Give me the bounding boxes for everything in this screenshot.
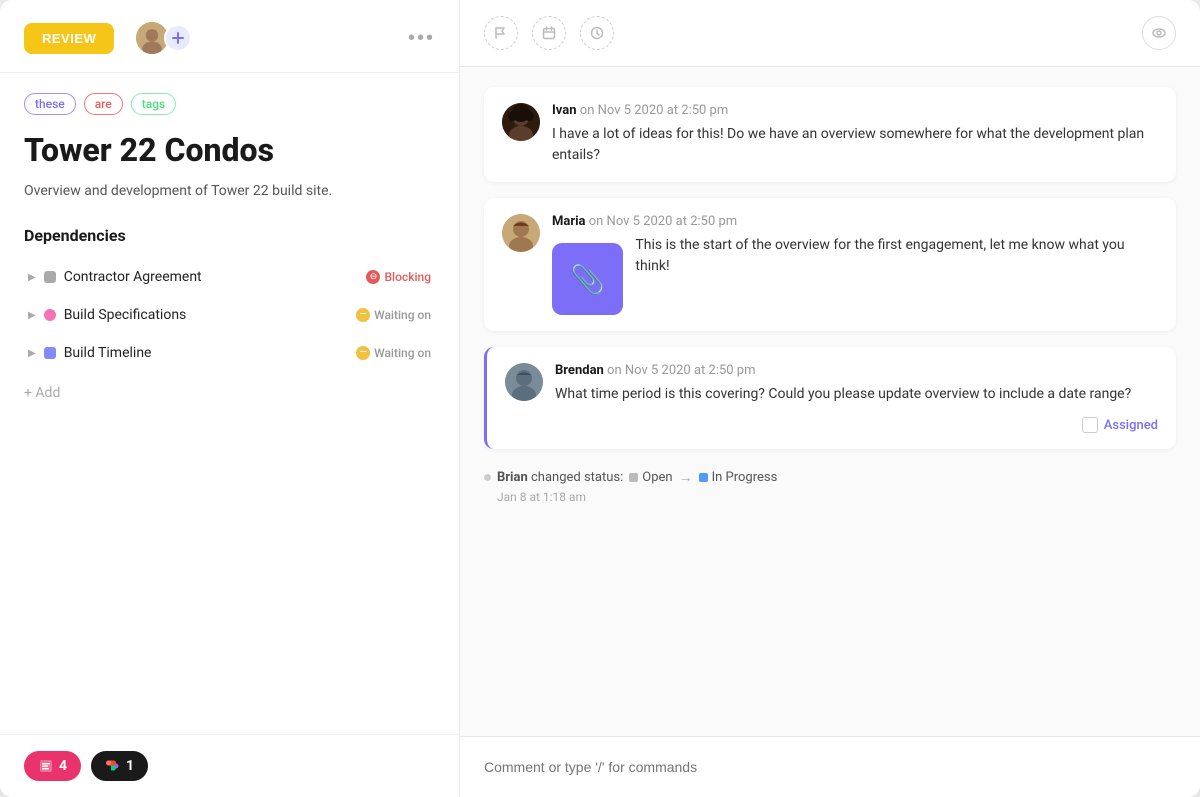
dep-status-build-specs: — Waiting on [356, 308, 431, 322]
tag-are[interactable]: are [84, 93, 123, 115]
dep-name-build-specs: Build Specifications [64, 307, 348, 323]
assigned-checkbox[interactable] [1082, 417, 1098, 433]
open-status-dot [629, 473, 638, 482]
right-panel: Ivan on Nov 5 2020 at 2:50 pm I have a l… [460, 0, 1200, 797]
comment-time-maria: on Nov 5 2020 at 2:50 pm [589, 214, 737, 229]
comment-item-brendan: Brendan on Nov 5 2020 at 2:50 pm What ti… [484, 347, 1176, 449]
comment-text-brendan: What time period is this covering? Could… [555, 384, 1158, 405]
chevron-icon: ▶ [28, 348, 36, 359]
tag-tags[interactable]: tags [131, 93, 176, 115]
status-from: Open [629, 470, 672, 485]
comment-text-maria: This is the start of the overview for th… [635, 235, 1158, 277]
left-panel: REVIEW ••• [0, 0, 460, 797]
comment-time-ivan: on Nov 5 2020 at 2:50 pm [580, 103, 728, 118]
eye-icon [1151, 25, 1167, 41]
chevron-icon: ▶ [28, 310, 36, 321]
arrow-icon: → [679, 469, 693, 486]
dep-name-contractor: Contractor Agreement [64, 269, 359, 285]
status-change-row: Brian changed status: Open → In Progress [484, 465, 1176, 490]
comment-input[interactable] [484, 751, 1176, 783]
eye-button[interactable] [1142, 16, 1176, 50]
comment-item-ivan: Ivan on Nov 5 2020 at 2:50 pm I have a l… [484, 87, 1176, 182]
chevron-icon: ▶ [28, 272, 36, 283]
comment-meta-brendan: Brendan on Nov 5 2020 at 2:50 pm [555, 363, 1158, 378]
in-progress-status-dot [699, 473, 708, 482]
comments-area: Ivan on Nov 5 2020 at 2:50 pm I have a l… [460, 67, 1200, 736]
comment-body-ivan: Ivan on Nov 5 2020 at 2:50 pm I have a l… [552, 103, 1158, 166]
assigned-badge: Assigned [555, 417, 1158, 433]
dep-dot-contractor [44, 271, 56, 283]
calendar-button[interactable] [532, 16, 566, 50]
page-title: Tower 22 Condos [24, 131, 435, 169]
clock-icon [590, 26, 604, 40]
add-dependency-button[interactable]: + Add [24, 381, 435, 405]
notion-icon [38, 758, 54, 774]
dep-dot-build-specs [44, 309, 56, 321]
paperclip-icon: 📎 [570, 263, 605, 296]
flag-icon [494, 26, 508, 40]
review-button[interactable]: REVIEW [24, 23, 114, 54]
comment-author-ivan: Ivan [552, 103, 577, 118]
left-content: these are tags Tower 22 Condos Overview … [0, 73, 459, 734]
dependency-item-build-timeline[interactable]: ▶ Build Timeline — Waiting on [24, 335, 435, 371]
notion-count: 4 [59, 758, 67, 774]
assigned-label: Assigned [1104, 418, 1158, 433]
comment-body-maria: Maria on Nov 5 2020 at 2:50 pm 📎 This is… [552, 214, 1158, 315]
comment-input-row [460, 736, 1200, 797]
dependencies-section-title: Dependencies [24, 226, 435, 245]
left-footer: 4 1 [0, 734, 459, 797]
add-member-button[interactable] [164, 24, 192, 52]
blocking-icon: ⊖ [366, 270, 380, 284]
figma-count: 1 [126, 758, 134, 774]
flag-button[interactable] [484, 16, 518, 50]
figma-badge[interactable]: 1 [91, 751, 148, 781]
waiting-icon: — [356, 308, 370, 322]
comment-author-brendan: Brendan [555, 363, 604, 378]
comment-meta-maria: Maria on Nov 5 2020 at 2:50 pm [552, 214, 1158, 229]
comment-item-maria: Maria on Nov 5 2020 at 2:50 pm 📎 This is… [484, 198, 1176, 331]
comment-text-ivan: I have a lot of ideas for this! Do we ha… [552, 124, 1158, 166]
tags-row: these are tags [24, 93, 435, 115]
waiting-icon: — [356, 346, 370, 360]
more-options-button[interactable]: ••• [408, 27, 435, 50]
calendar-icon [542, 26, 556, 40]
avatar-brendan [505, 363, 543, 401]
page-description: Overview and development of Tower 22 bui… [24, 181, 435, 202]
attachment-box[interactable]: 📎 [552, 243, 623, 315]
comment-body-brendan: Brendan on Nov 5 2020 at 2:50 pm What ti… [555, 363, 1158, 433]
dependencies-list: ▶ Contractor Agreement ⊖ Blocking ▶ Buil… [24, 259, 435, 371]
left-header: REVIEW ••• [0, 0, 459, 73]
avatar-group [134, 20, 192, 56]
status-to: In Progress [699, 470, 778, 485]
comment-meta-ivan: Ivan on Nov 5 2020 at 2:50 pm [552, 103, 1158, 118]
figma-icon [105, 758, 121, 774]
right-header-icons [484, 16, 614, 50]
comment-time-brendan: on Nov 5 2020 at 2:50 pm [607, 363, 755, 378]
dep-dot-build-timeline [44, 347, 56, 359]
avatar-ivan [502, 103, 540, 141]
status-timestamp: Jan 8 at 1:18 am [497, 490, 1176, 504]
notion-badge[interactable]: 4 [24, 751, 81, 781]
dep-name-build-timeline: Build Timeline [64, 345, 348, 361]
dep-status-build-timeline: — Waiting on [356, 346, 431, 360]
dependency-item-contractor[interactable]: ▶ Contractor Agreement ⊖ Blocking [24, 259, 435, 295]
dep-status-contractor: ⊖ Blocking [366, 270, 431, 284]
tag-these[interactable]: these [24, 93, 76, 115]
status-change-text: Brian changed status: [497, 470, 623, 485]
status-change-dot [484, 474, 491, 481]
comment-author-maria: Maria [552, 214, 586, 229]
avatar-maria [502, 214, 540, 252]
right-header [460, 0, 1200, 67]
clock-button[interactable] [580, 16, 614, 50]
status-change-item: Brian changed status: Open → In Progress… [484, 465, 1176, 504]
dependency-item-build-specs[interactable]: ▶ Build Specifications — Waiting on [24, 297, 435, 333]
